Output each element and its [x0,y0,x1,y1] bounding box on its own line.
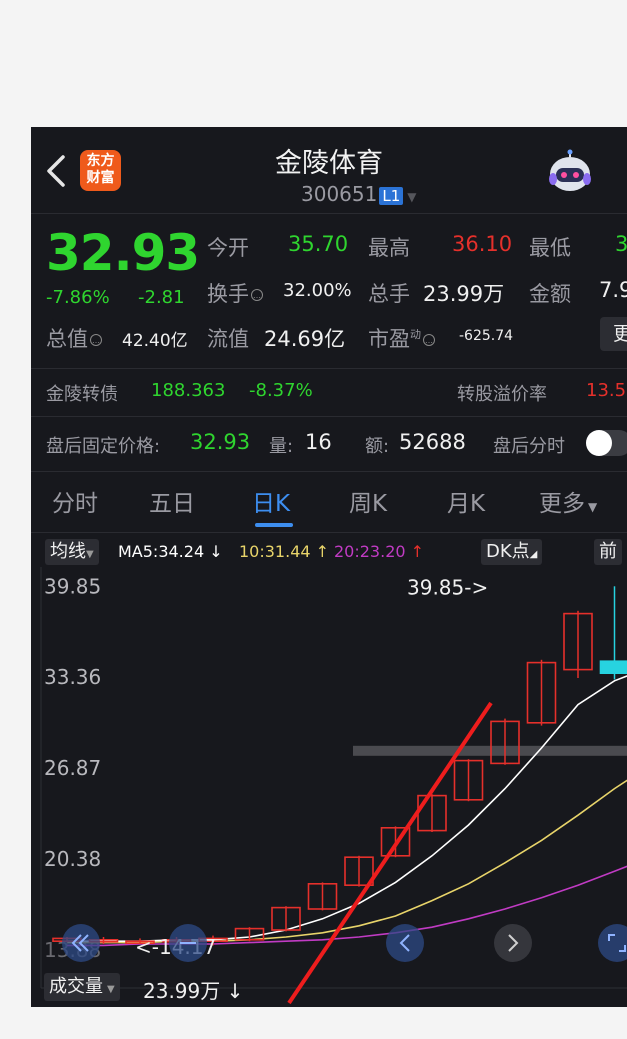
divider [31,368,627,369]
low-label: 最低 [529,236,571,260]
y-tick-label: 26.87 [44,756,101,780]
open-value: 35.70 [288,232,349,256]
afterhours-volume: 16 [305,430,332,454]
toggle-knob [586,430,612,456]
level-badge: L1 [379,187,404,205]
kline-chart[interactable]: 39.8533.3626.8720.3813.8839.85-><-14.17 [31,533,627,1007]
app-screen: 东方 财富 金陵体育 300651 L1 ▼ 32.93 -7.86% -2.81 … [31,127,627,1007]
bond-change: -8.37% [249,380,313,401]
float-cap-value: 24.69亿 [264,327,346,351]
tab-more-label: 更多 [539,491,585,517]
volume-readout: 23.99万 ↓ [143,975,243,1004]
more-quote-button[interactable]: 更 [600,317,627,351]
y-tick-label: 39.85 [44,574,101,598]
afterhours-price: 32.93 [190,430,251,454]
amount-value: 7.9 [599,278,627,302]
amount-label: 金额 [529,282,571,306]
volume-indicator-label: 成交量 [49,976,103,997]
open-label: 今开 [207,236,249,260]
info-icon: … [251,289,263,301]
turnover-label[interactable]: 换手… [207,278,265,308]
volume-value: 23.99万 [423,282,505,306]
tab-five-day[interactable]: 五日 [149,484,195,518]
market-cap-label-text: 总值 [46,327,88,351]
dropdown-caret-icon: ▼ [107,984,115,995]
scroll-far-left-icon[interactable] [61,923,101,963]
pe-label[interactable]: 市盈动… [368,323,437,353]
scroll-right-icon[interactable] [493,923,533,963]
fullscreen-icon[interactable] [597,923,627,963]
float-cap-label: 流值 [207,327,249,351]
market-cap-label[interactable]: 总值… [46,323,104,353]
pe-value: -625.74 [459,328,514,344]
info-icon: … [90,334,102,346]
tab-timeshare[interactable]: 分时 [52,484,98,518]
y-tick-label: 20.38 [44,847,101,871]
dropdown-caret-icon: ▼ [588,500,598,514]
bond-price: 188.363 [151,380,226,401]
turnover-value: 32.00% [283,280,352,301]
volume-readout-value: 23.99万 [143,979,221,1003]
high-annotation: 39.85-> [407,575,488,599]
stock-code-text: 300651 [301,182,378,206]
tab-more[interactable]: 更多 ▼ [539,484,597,518]
tab-weekly-k[interactable]: 周K [349,484,387,518]
afterhours-amount-label: 额: [365,436,390,457]
volume-label: 总手 [368,282,410,306]
tab-monthly-k[interactable]: 月K [447,484,485,518]
last-price: 32.93 [46,224,200,282]
market-cap-value: 42.40亿 [122,331,188,351]
divider [31,416,627,417]
active-tab-underline [255,523,293,527]
tab-daily-k[interactable]: 日K [252,484,290,518]
afterhours-timeshare-label: 盘后分时 [493,436,565,457]
low-value: 3 [615,232,627,256]
info-icon: … [423,334,435,346]
afterhours-volume-label: 量: [269,436,294,457]
robot-assistant-icon[interactable] [545,149,595,195]
zoom-out-icon[interactable] [168,923,208,963]
high-label: 最高 [368,236,410,260]
afterhours-amount: 52688 [399,430,466,454]
ma5-line [67,675,627,943]
candle-body [599,660,627,674]
pe-label-text: 市盈 [368,327,410,351]
header: 东方 财富 金陵体育 300651 L1 ▼ [31,127,627,213]
dropdown-caret-icon: ▼ [407,190,417,204]
kline-chart-area: 均线▼ MA5:34.24 ↓ 10:31.44 ↑ 20:23.20 ↑ DK… [31,533,627,1007]
stock-name: 金陵体育 [275,148,383,179]
bond-name[interactable]: 金陵转债 [46,380,118,406]
high-value: 36.10 [452,232,513,256]
support-band [353,745,627,756]
change-percent: -7.86% [46,287,110,308]
scroll-left-icon[interactable] [385,923,425,963]
turnover-label-text: 换手 [207,282,249,306]
afterhours-toggle[interactable] [586,430,627,456]
pe-sup: 动 [410,328,421,341]
change-amount: -2.81 [138,287,185,308]
down-arrow-icon: ↓ [226,979,244,1003]
premium-value: 13.5 [586,380,627,401]
y-tick-label: 33.36 [44,665,101,689]
divider [31,213,627,214]
volume-indicator-button[interactable]: 成交量 ▼ [44,973,120,1001]
stock-code[interactable]: 300651 L1 ▼ [301,182,417,206]
period-tabs: 分时 五日 日K 周K 月K 更多 ▼ [31,472,627,532]
afterhours-price-label: 盘后固定价格: [46,436,161,457]
premium-label: 转股溢价率 [457,384,547,405]
